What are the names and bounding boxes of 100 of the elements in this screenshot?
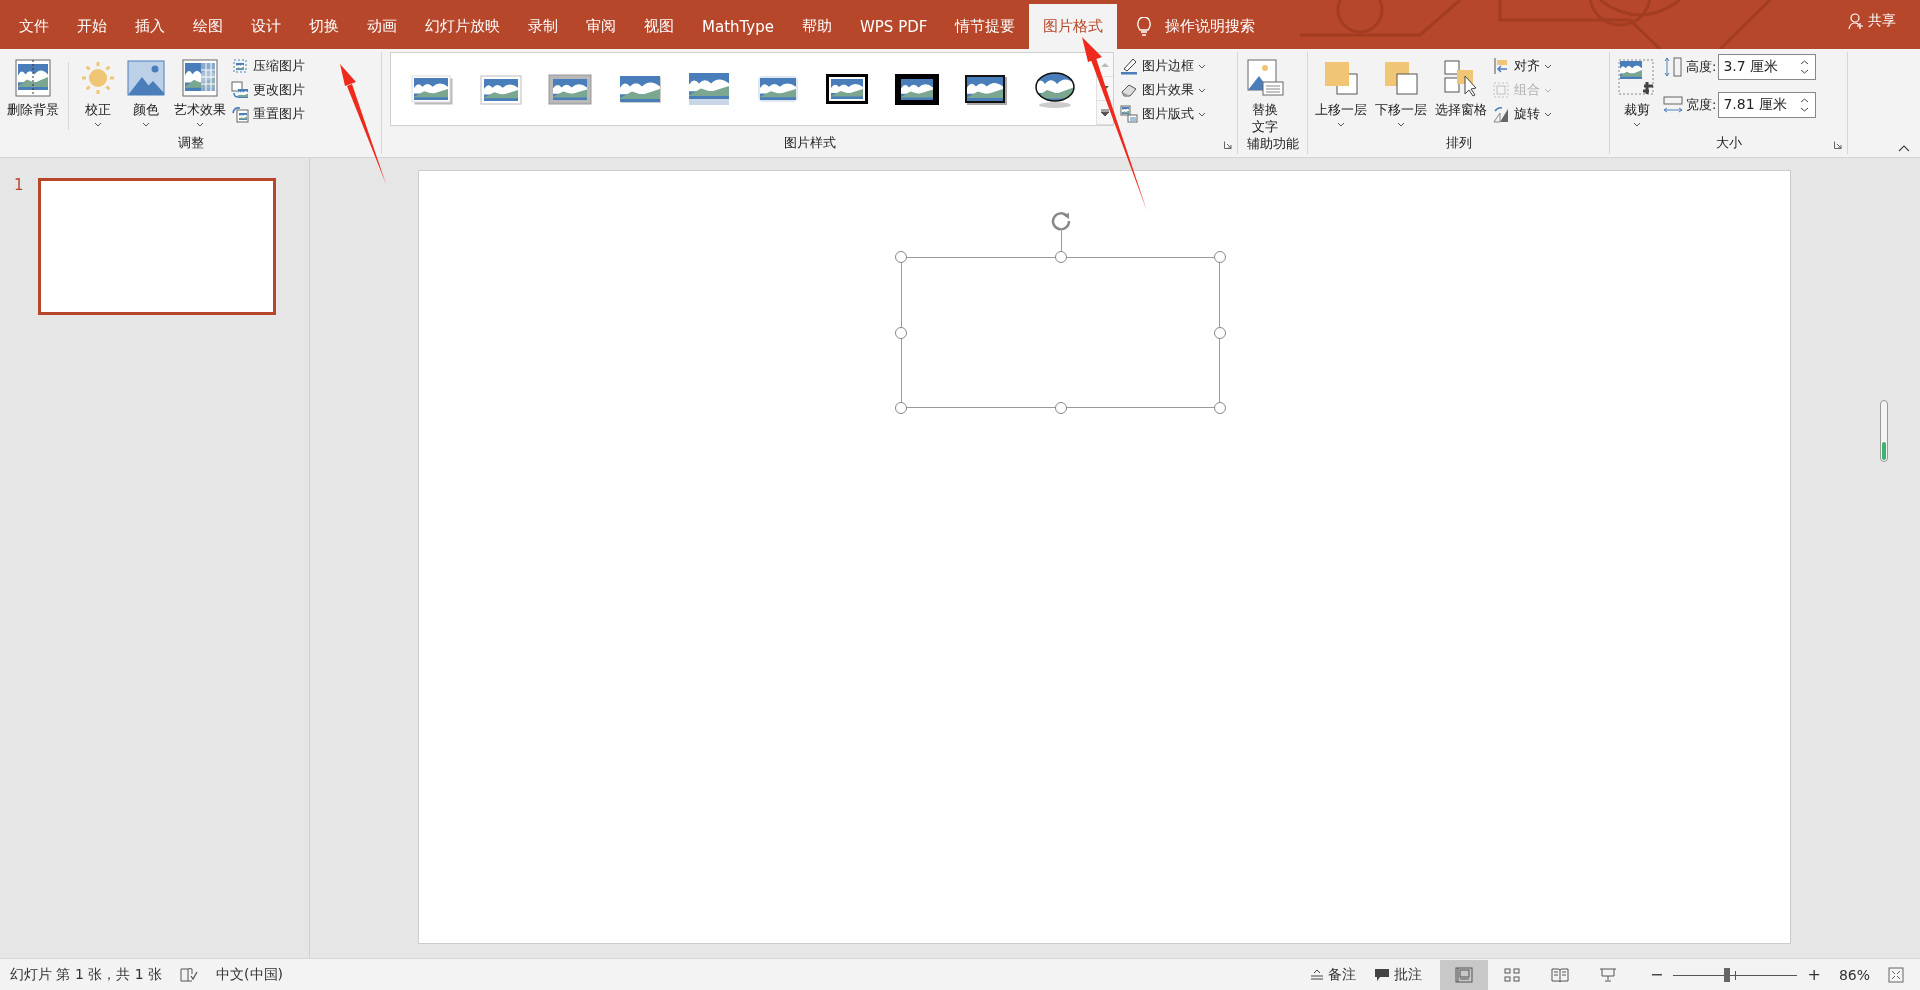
group-label: 调整 <box>176 134 205 152</box>
projector-icon <box>1599 966 1618 983</box>
resize-handle[interactable] <box>1214 251 1226 263</box>
picture-icon <box>1245 58 1285 98</box>
alt-text-button[interactable]: 替换文字 <box>1242 52 1288 135</box>
height-field[interactable]: 3.7 厘米 <box>1718 54 1817 80</box>
caret-icon <box>196 122 204 127</box>
ribbon-button[interactable]: 图片效果 <box>1120 80 1206 100</box>
fit-to-window-icon[interactable] <box>1888 966 1904 983</box>
ribbon-tab[interactable]: WPS PDF <box>846 4 942 49</box>
group-label: 辅助功能 <box>1245 135 1300 153</box>
lightbulb-icon <box>1137 16 1152 37</box>
caret-icon <box>1544 111 1552 117</box>
ribbon-tab[interactable]: MathType <box>688 4 788 49</box>
resize-handle[interactable] <box>1054 251 1067 263</box>
ribbon-button[interactable]: 旋转 <box>1492 104 1552 124</box>
comments-button[interactable]: 批注 <box>1374 965 1423 984</box>
book-icon <box>1551 966 1570 983</box>
ribbon-tab[interactable]: 动画 <box>353 4 411 49</box>
ribbon-button[interactable]: 重置图片 <box>231 104 305 124</box>
ribbon-tab[interactable]: 开始 <box>63 4 121 49</box>
ribbon-tab[interactable]: 帮助 <box>788 4 846 49</box>
zoom-level[interactable]: 86% <box>1838 966 1870 983</box>
rotate-icon <box>1492 105 1510 123</box>
ribbon-tab[interactable]: 切换 <box>295 4 353 49</box>
picture-icon <box>231 57 249 75</box>
pencil-icon <box>1120 57 1138 75</box>
slide-count: 幻灯片 第 1 张，共 1 张 <box>10 965 163 984</box>
share-button[interactable]: 共享 <box>1848 12 1896 30</box>
ribbon-button[interactable]: 对齐 <box>1492 56 1552 76</box>
ribbon-button[interactable]: 艺术效果 <box>171 52 229 127</box>
caret-icon <box>94 122 102 127</box>
view-button[interactable] <box>1440 959 1489 990</box>
ribbon-tab[interactable]: 插入 <box>121 4 179 49</box>
normal-view-icon <box>1455 966 1474 983</box>
tell-me-label: 操作说明搜索 <box>1165 17 1256 36</box>
caret-icon <box>1544 63 1552 69</box>
ribbon-tab[interactable]: 情节提要 <box>941 4 1030 49</box>
zoom-in-button[interactable]: + <box>1807 965 1821 984</box>
resize-handle[interactable] <box>895 402 907 414</box>
connector-line <box>1060 229 1062 251</box>
resize-handle[interactable] <box>1054 402 1067 414</box>
scroll-thumb[interactable] <box>1880 400 1888 462</box>
field-label: 宽度: <box>1686 96 1717 114</box>
group-label: 大小 <box>1714 134 1743 152</box>
zoom-slider[interactable] <box>1673 966 1798 983</box>
ribbon-button[interactable]: 上移一层 <box>1312 52 1370 127</box>
picture-icon <box>231 81 249 99</box>
resize-handle[interactable] <box>895 326 907 339</box>
ribbon-button[interactable]: 校正 <box>75 52 121 127</box>
resize-handle[interactable] <box>1214 326 1226 339</box>
slide-thumbnail[interactable] <box>37 178 276 315</box>
caret-icon <box>1633 122 1641 127</box>
ribbon-tab[interactable]: 绘图 <box>179 4 237 49</box>
ribbon-button[interactable]: 选择窗格 <box>1432 52 1490 119</box>
language-button[interactable]: 中文(中国) <box>216 965 283 984</box>
height-icon <box>1662 56 1684 78</box>
ribbon-button[interactable]: 更改图片 <box>231 80 305 100</box>
comment-icon <box>1374 967 1391 982</box>
caret-icon <box>1198 87 1206 93</box>
ribbon-button[interactable]: 图片版式 <box>1120 104 1206 124</box>
group-icon <box>1492 81 1510 99</box>
ribbon-button[interactable]: 颜色 <box>123 52 169 127</box>
zoom-out-button[interactable]: − <box>1650 965 1664 984</box>
ribbon-tab[interactable]: 视图 <box>630 4 688 49</box>
resize-handle[interactable] <box>1214 402 1226 414</box>
width-field[interactable]: 7.81 厘米 <box>1718 92 1817 118</box>
spellcheck-icon[interactable] <box>180 967 199 982</box>
picture-icon <box>126 58 166 98</box>
tell-me-search[interactable]: 操作说明搜索 <box>1117 4 1256 49</box>
caret-icon <box>1198 111 1206 117</box>
ribbon-button[interactable]: 删除背景 <box>4 52 62 119</box>
ribbon-button[interactable]: 图片边框 <box>1120 56 1206 76</box>
grid-icon <box>1503 966 1522 983</box>
group-label: 排列 <box>1444 134 1473 152</box>
notes-button[interactable]: 备注 <box>1310 965 1357 984</box>
caret-icon <box>1397 122 1405 127</box>
dialog-launcher-icon[interactable] <box>1224 141 1232 149</box>
dialog-launcher-icon[interactable] <box>1834 141 1842 149</box>
resize-handle[interactable] <box>895 251 907 263</box>
picture-icon <box>180 58 220 98</box>
ribbon-tab[interactable]: 设计 <box>237 4 295 49</box>
slider-thumb[interactable] <box>1723 967 1730 982</box>
ribbon-tab[interactable]: 图片格式 <box>1029 4 1118 49</box>
picture-icon <box>231 105 249 123</box>
ribbon-tab[interactable]: 幻灯片放映 <box>411 4 514 49</box>
ribbon-button[interactable]: 下移一层 <box>1372 52 1430 127</box>
expand-icon <box>1101 108 1109 117</box>
collapse-ribbon-icon[interactable] <box>1898 145 1910 152</box>
caret-icon <box>142 122 150 127</box>
field-label: 高度: <box>1686 58 1717 76</box>
picture-icon <box>1120 105 1138 123</box>
slide-number: 1 <box>14 176 24 194</box>
group-label: 图片样式 <box>782 134 837 152</box>
crop-button[interactable]: 裁剪 <box>1614 52 1660 127</box>
ribbon-tab[interactable]: 文件 <box>5 4 63 49</box>
ribbon-button[interactable]: 压缩图片 <box>231 56 305 76</box>
ribbon-tab[interactable]: 审阅 <box>572 4 630 49</box>
ribbon-tab[interactable]: 录制 <box>514 4 572 49</box>
caret-up-icon <box>1101 62 1109 67</box>
